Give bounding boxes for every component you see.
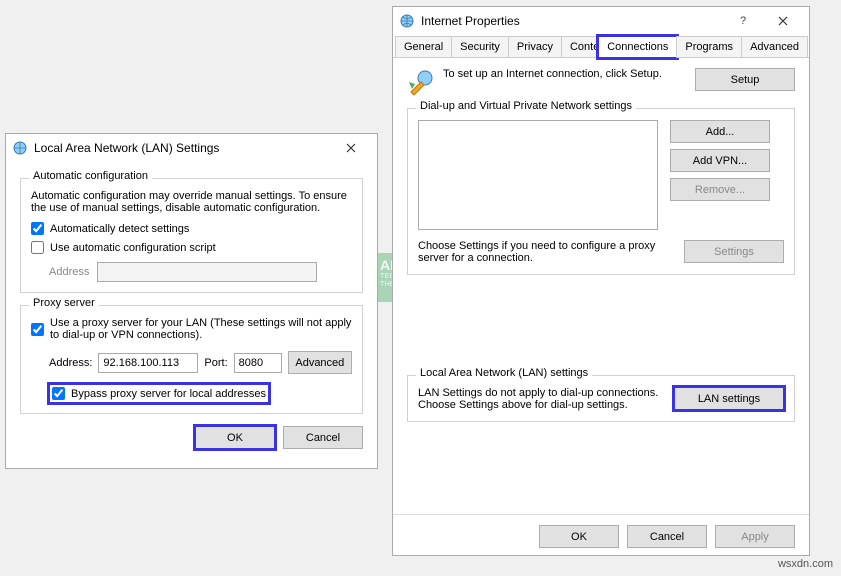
internet-properties-dialog: Internet Properties ? General Security P… [392,6,810,556]
lan-group: Local Area Network (LAN) settings LAN Se… [407,375,795,422]
cancel-button[interactable]: Cancel [627,525,707,548]
use-script-checkbox[interactable]: Use automatic configuration script [31,241,352,254]
auto-config-legend: Automatic configuration [29,170,152,182]
proxy-address-input[interactable] [98,353,198,373]
proxy-group: Proxy server Use a proxy server for your… [20,305,363,414]
setup-button[interactable]: Setup [695,68,795,91]
dialup-group: Dial-up and Virtual Private Network sett… [407,108,795,275]
cancel-button[interactable]: Cancel [283,426,363,449]
bypass-local-checkbox[interactable]: Bypass proxy server for local addresses [49,384,269,403]
source-credit: wsxdn.com [778,558,833,570]
script-address-input [97,262,317,282]
use-proxy-checkbox[interactable]: Use a proxy server for your LAN (These s… [31,317,352,341]
lan-legend: Local Area Network (LAN) settings [416,367,592,379]
dialog-footer: OK Cancel Apply [393,514,809,558]
proxy-port-input[interactable] [234,353,282,373]
tab-programs[interactable]: Programs [676,36,742,58]
globe-icon [399,13,415,29]
titlebar: Internet Properties ? [393,7,809,35]
add-button[interactable]: Add... [670,120,770,143]
help-button[interactable]: ? [723,10,763,32]
remove-button: Remove... [670,178,770,201]
auto-config-group: Automatic configuration Automatic config… [20,178,363,293]
tab-security[interactable]: Security [451,36,509,58]
proxy-legend: Proxy server [29,297,99,309]
script-address-label: Address [49,266,89,278]
apply-button: Apply [715,525,795,548]
setup-text: To set up an Internet connection, click … [443,68,695,80]
tab-strip: General Security Privacy Content Connect… [393,35,809,58]
auto-config-desc: Automatic configuration may override man… [31,190,352,214]
proxy-port-label: Port: [204,357,227,369]
connections-listbox[interactable] [418,120,658,230]
close-button[interactable] [331,137,371,159]
choose-settings-text: Choose Settings if you need to configure… [418,240,684,264]
tab-privacy[interactable]: Privacy [508,36,562,58]
titlebar: Local Area Network (LAN) Settings [6,134,377,162]
add-vpn-button[interactable]: Add VPN... [670,149,770,172]
globe-icon [12,140,28,156]
window-title: Local Area Network (LAN) Settings [34,141,331,155]
lan-desc-text: LAN Settings do not apply to dial-up con… [418,387,674,411]
dialup-legend: Dial-up and Virtual Private Network sett… [416,100,636,112]
tab-advanced[interactable]: Advanced [741,36,808,58]
connection-settings-button: Settings [684,240,784,263]
proxy-address-label: Address: [49,357,92,369]
auto-detect-checkbox[interactable]: Automatically detect settings [31,222,352,235]
tab-connections[interactable]: Connections [598,36,677,58]
tab-content[interactable]: Content [561,36,599,58]
lan-settings-dialog: Local Area Network (LAN) Settings Automa… [5,133,378,469]
ok-button[interactable]: OK [539,525,619,548]
close-button[interactable] [763,10,803,32]
ok-button[interactable]: OK [195,426,275,449]
lan-settings-button[interactable]: LAN settings [674,387,784,410]
window-title: Internet Properties [421,14,723,28]
wizard-icon [407,68,435,96]
tab-general[interactable]: General [395,36,452,58]
advanced-button[interactable]: Advanced [288,351,352,374]
